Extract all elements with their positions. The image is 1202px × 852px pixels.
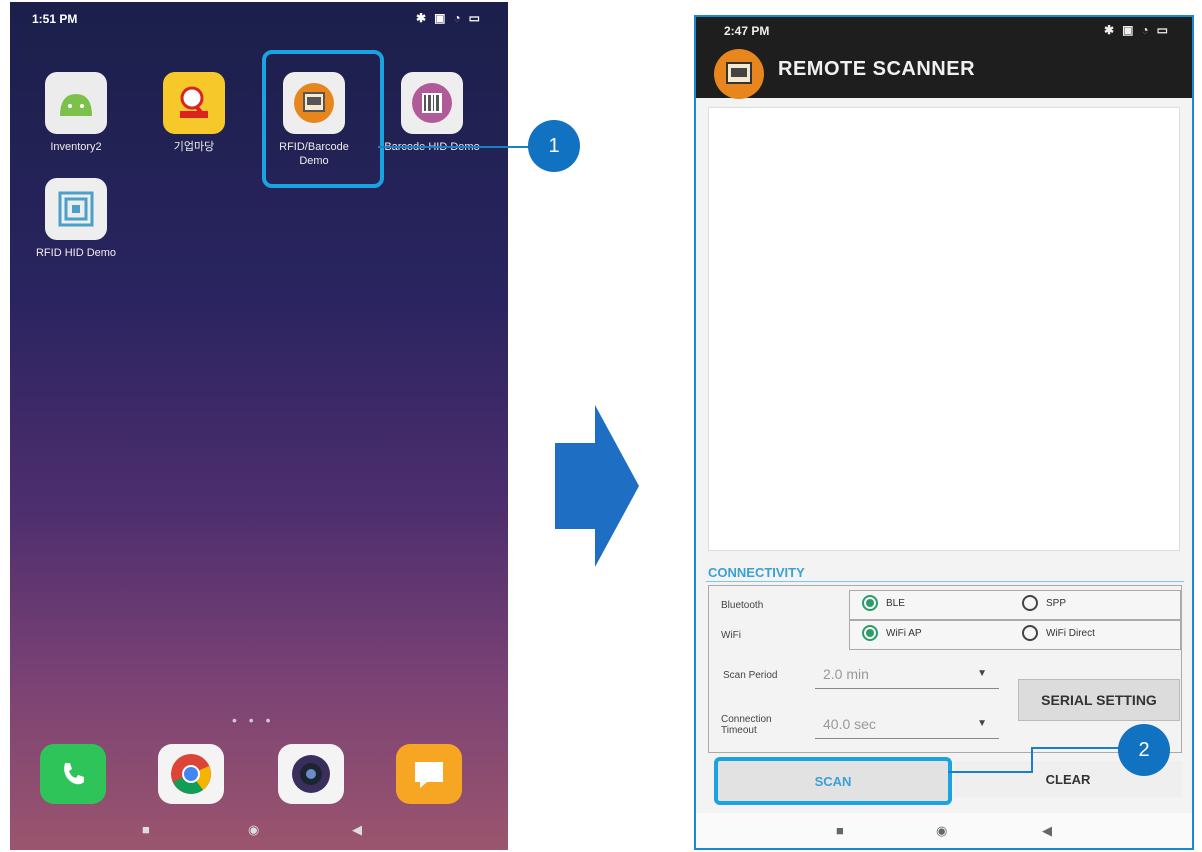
recents-button[interactable]: ■ xyxy=(836,823,844,838)
barcode-icon xyxy=(401,72,463,134)
radio-wifi-direct[interactable]: WiFi Direct xyxy=(1022,625,1095,641)
status-time: 2:47 PM xyxy=(724,24,770,38)
android-icon xyxy=(45,72,107,134)
status-icons: ✱ ▣ ◔ ▭ xyxy=(416,11,480,25)
right-phone-screen: 2:47 PM ✱ ▣ ◔ ▭ REMOTE SCANNER CONNECTIV… xyxy=(694,15,1194,850)
radio-label: WiFi Direct xyxy=(1046,627,1095,639)
radio-label: WiFi AP xyxy=(886,627,922,639)
page-indicator: • • • xyxy=(232,712,275,728)
nfc-icon: ▣ xyxy=(434,11,446,25)
divider xyxy=(706,581,1184,582)
highlight-rfid-barcode xyxy=(262,50,384,188)
battery-icon: ▭ xyxy=(1156,23,1168,37)
bluetooth-radio-group: BLE SPP xyxy=(849,590,1181,620)
connectivity-panel: Bluetooth BLE SPP WiFi WiFi AP WiFi Dire… xyxy=(708,585,1182,753)
radio-selected-icon xyxy=(862,595,878,611)
bluetooth-icon: ✱ xyxy=(416,11,427,25)
back-button[interactable]: ◀ xyxy=(1042,823,1052,839)
app-label: RFID HID Demo xyxy=(35,247,117,259)
app-inventory2[interactable]: Inventory2 xyxy=(28,72,124,154)
app-label: Inventory2 xyxy=(50,141,102,153)
chrome-icon[interactable] xyxy=(158,744,224,804)
home-button[interactable]: ◉ xyxy=(936,823,947,839)
left-phone-screen: 1:51 PM ✱ ▣ ◔ ▭ Inventory2 기업마당 RFID/Bar… xyxy=(10,2,508,850)
app-biz[interactable]: 기업마당 xyxy=(146,72,242,154)
nav-bar: ■ ◉ ◀ xyxy=(10,820,508,844)
connectivity-label: CONNECTIVITY xyxy=(708,565,805,580)
wifi-label: WiFi xyxy=(721,630,741,641)
wifi-radio-group: WiFi AP WiFi Direct xyxy=(849,620,1181,650)
scanner-icon xyxy=(714,49,764,99)
radio-label: SPP xyxy=(1046,597,1067,609)
status-bar: 1:51 PM ✱ ▣ ◔ ▭ xyxy=(10,2,508,38)
radio-spp[interactable]: SPP xyxy=(1022,595,1066,611)
radio-unselected-icon xyxy=(1022,625,1038,641)
radio-selected-icon xyxy=(862,625,878,641)
rfid-icon xyxy=(45,178,107,240)
scan-log-area[interactable] xyxy=(708,107,1180,551)
battery-icon: ▭ xyxy=(468,11,480,25)
wifi-icon: ◔ xyxy=(453,11,461,25)
nav-bar: ■ ◉ ◀ xyxy=(696,813,1192,848)
scan-period-label: Scan Period xyxy=(723,670,778,681)
scan-button[interactable]: SCAN xyxy=(714,757,952,805)
recents-button[interactable]: ■ xyxy=(142,822,150,837)
arrow-right-icon xyxy=(555,405,639,567)
home-button[interactable]: ◉ xyxy=(248,822,259,838)
serial-setting-button[interactable]: SERIAL SETTING xyxy=(1018,679,1180,721)
callout-2: 2 xyxy=(1118,724,1170,776)
status-icons: ✱ ▣ ◔ ▭ xyxy=(1104,23,1168,37)
bluetooth-icon: ✱ xyxy=(1104,23,1115,37)
app-title: REMOTE SCANNER xyxy=(778,58,976,80)
messages-icon[interactable] xyxy=(396,744,462,804)
camera-icon[interactable] xyxy=(278,744,344,804)
radio-label: BLE xyxy=(886,597,905,609)
callout-line-1 xyxy=(378,146,530,148)
callout-1: 1 xyxy=(528,120,580,172)
callout-line-2 xyxy=(948,747,1120,773)
connection-timeout-spinner[interactable]: 40.0 sec ▼ xyxy=(815,714,999,739)
scan-period-value: 2.0 min xyxy=(823,666,869,682)
bluetooth-label: Bluetooth xyxy=(721,600,764,611)
phone-icon[interactable] xyxy=(40,744,106,804)
radio-ble[interactable]: BLE xyxy=(862,595,905,611)
app-rfid-hid-demo[interactable]: RFID HID Demo xyxy=(28,178,124,260)
scan-period-spinner[interactable]: 2.0 min ▼ xyxy=(815,664,999,689)
nfc-icon: ▣ xyxy=(1122,23,1134,37)
status-bar: 2:47 PM ✱ ▣ ◔ ▭ xyxy=(696,17,1192,44)
back-button[interactable]: ◀ xyxy=(352,822,362,838)
app-label: 기업마당 xyxy=(173,141,215,153)
connection-timeout-label: Connection Timeout xyxy=(721,714,772,736)
dropdown-caret-icon: ▼ xyxy=(977,668,987,679)
radio-wifi-ap[interactable]: WiFi AP xyxy=(862,625,922,641)
wifi-icon: ◔ xyxy=(1141,23,1149,37)
dropdown-caret-icon: ▼ xyxy=(977,718,987,729)
app-barcode-hid-demo[interactable]: Barcode HID Demo xyxy=(384,72,480,154)
radio-unselected-icon xyxy=(1022,595,1038,611)
dock xyxy=(10,744,508,814)
app-bar: REMOTE SCANNER xyxy=(696,44,1192,99)
connection-timeout-value: 40.0 sec xyxy=(823,716,876,732)
biz-search-icon xyxy=(163,72,225,134)
status-time: 1:51 PM xyxy=(32,12,78,26)
